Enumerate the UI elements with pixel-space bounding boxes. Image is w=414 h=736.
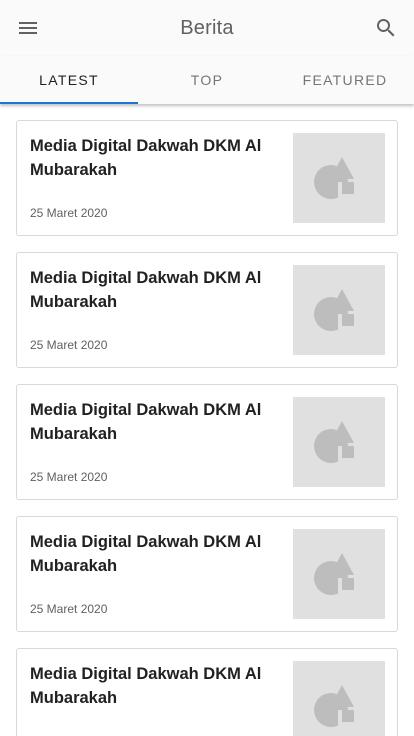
search-button[interactable] — [366, 8, 406, 48]
article-card[interactable]: Media Digital Dakwah DKM Al Mubarakah 25… — [16, 252, 398, 368]
article-thumbnail — [293, 265, 385, 355]
tab-bar: LATEST TOP FEATURED — [0, 56, 414, 104]
article-title: Media Digital Dakwah DKM Al Mubarakah — [30, 533, 262, 575]
article-card[interactable]: Media Digital Dakwah DKM Al Mubarakah 25… — [16, 120, 398, 236]
article-card[interactable]: Media Digital Dakwah DKM Al Mubarakah — [16, 648, 398, 736]
article-card[interactable]: Media Digital Dakwah DKM Al Mubarakah 25… — [16, 384, 398, 500]
article-thumbnail — [293, 397, 385, 487]
image-placeholder-icon — [314, 685, 354, 727]
image-placeholder-icon — [314, 289, 354, 331]
article-title: Media Digital Dakwah DKM Al Mubarakah — [30, 137, 262, 179]
image-placeholder-icon — [314, 553, 354, 595]
top-app-bar: Berita — [0, 0, 414, 56]
article-list: Media Digital Dakwah DKM Al Mubarakah 25… — [0, 104, 414, 736]
article-title: Media Digital Dakwah DKM Al Mubarakah — [30, 269, 262, 311]
article-thumbnail — [293, 133, 385, 223]
tab-latest[interactable]: LATEST — [0, 56, 138, 104]
news-app: Berita LATEST TOP FEATURED Media Digital… — [0, 0, 414, 736]
article-date: 25 Maret 2020 — [30, 470, 108, 484]
image-placeholder-icon — [314, 421, 354, 463]
article-thumbnail — [293, 661, 385, 736]
tab-top[interactable]: TOP — [138, 56, 276, 104]
article-card[interactable]: Media Digital Dakwah DKM Al Mubarakah 25… — [16, 516, 398, 632]
page-title: Berita — [180, 16, 234, 39]
article-title: Media Digital Dakwah DKM Al Mubarakah — [30, 665, 262, 707]
article-date: 25 Maret 2020 — [30, 206, 108, 220]
article-thumbnail — [293, 529, 385, 619]
search-icon — [377, 19, 395, 37]
article-date: 25 Maret 2020 — [30, 338, 108, 352]
image-placeholder-icon — [314, 157, 354, 199]
tab-featured[interactable]: FEATURED — [276, 56, 414, 104]
article-title: Media Digital Dakwah DKM Al Mubarakah — [30, 401, 262, 443]
article-date: 25 Maret 2020 — [30, 602, 108, 616]
